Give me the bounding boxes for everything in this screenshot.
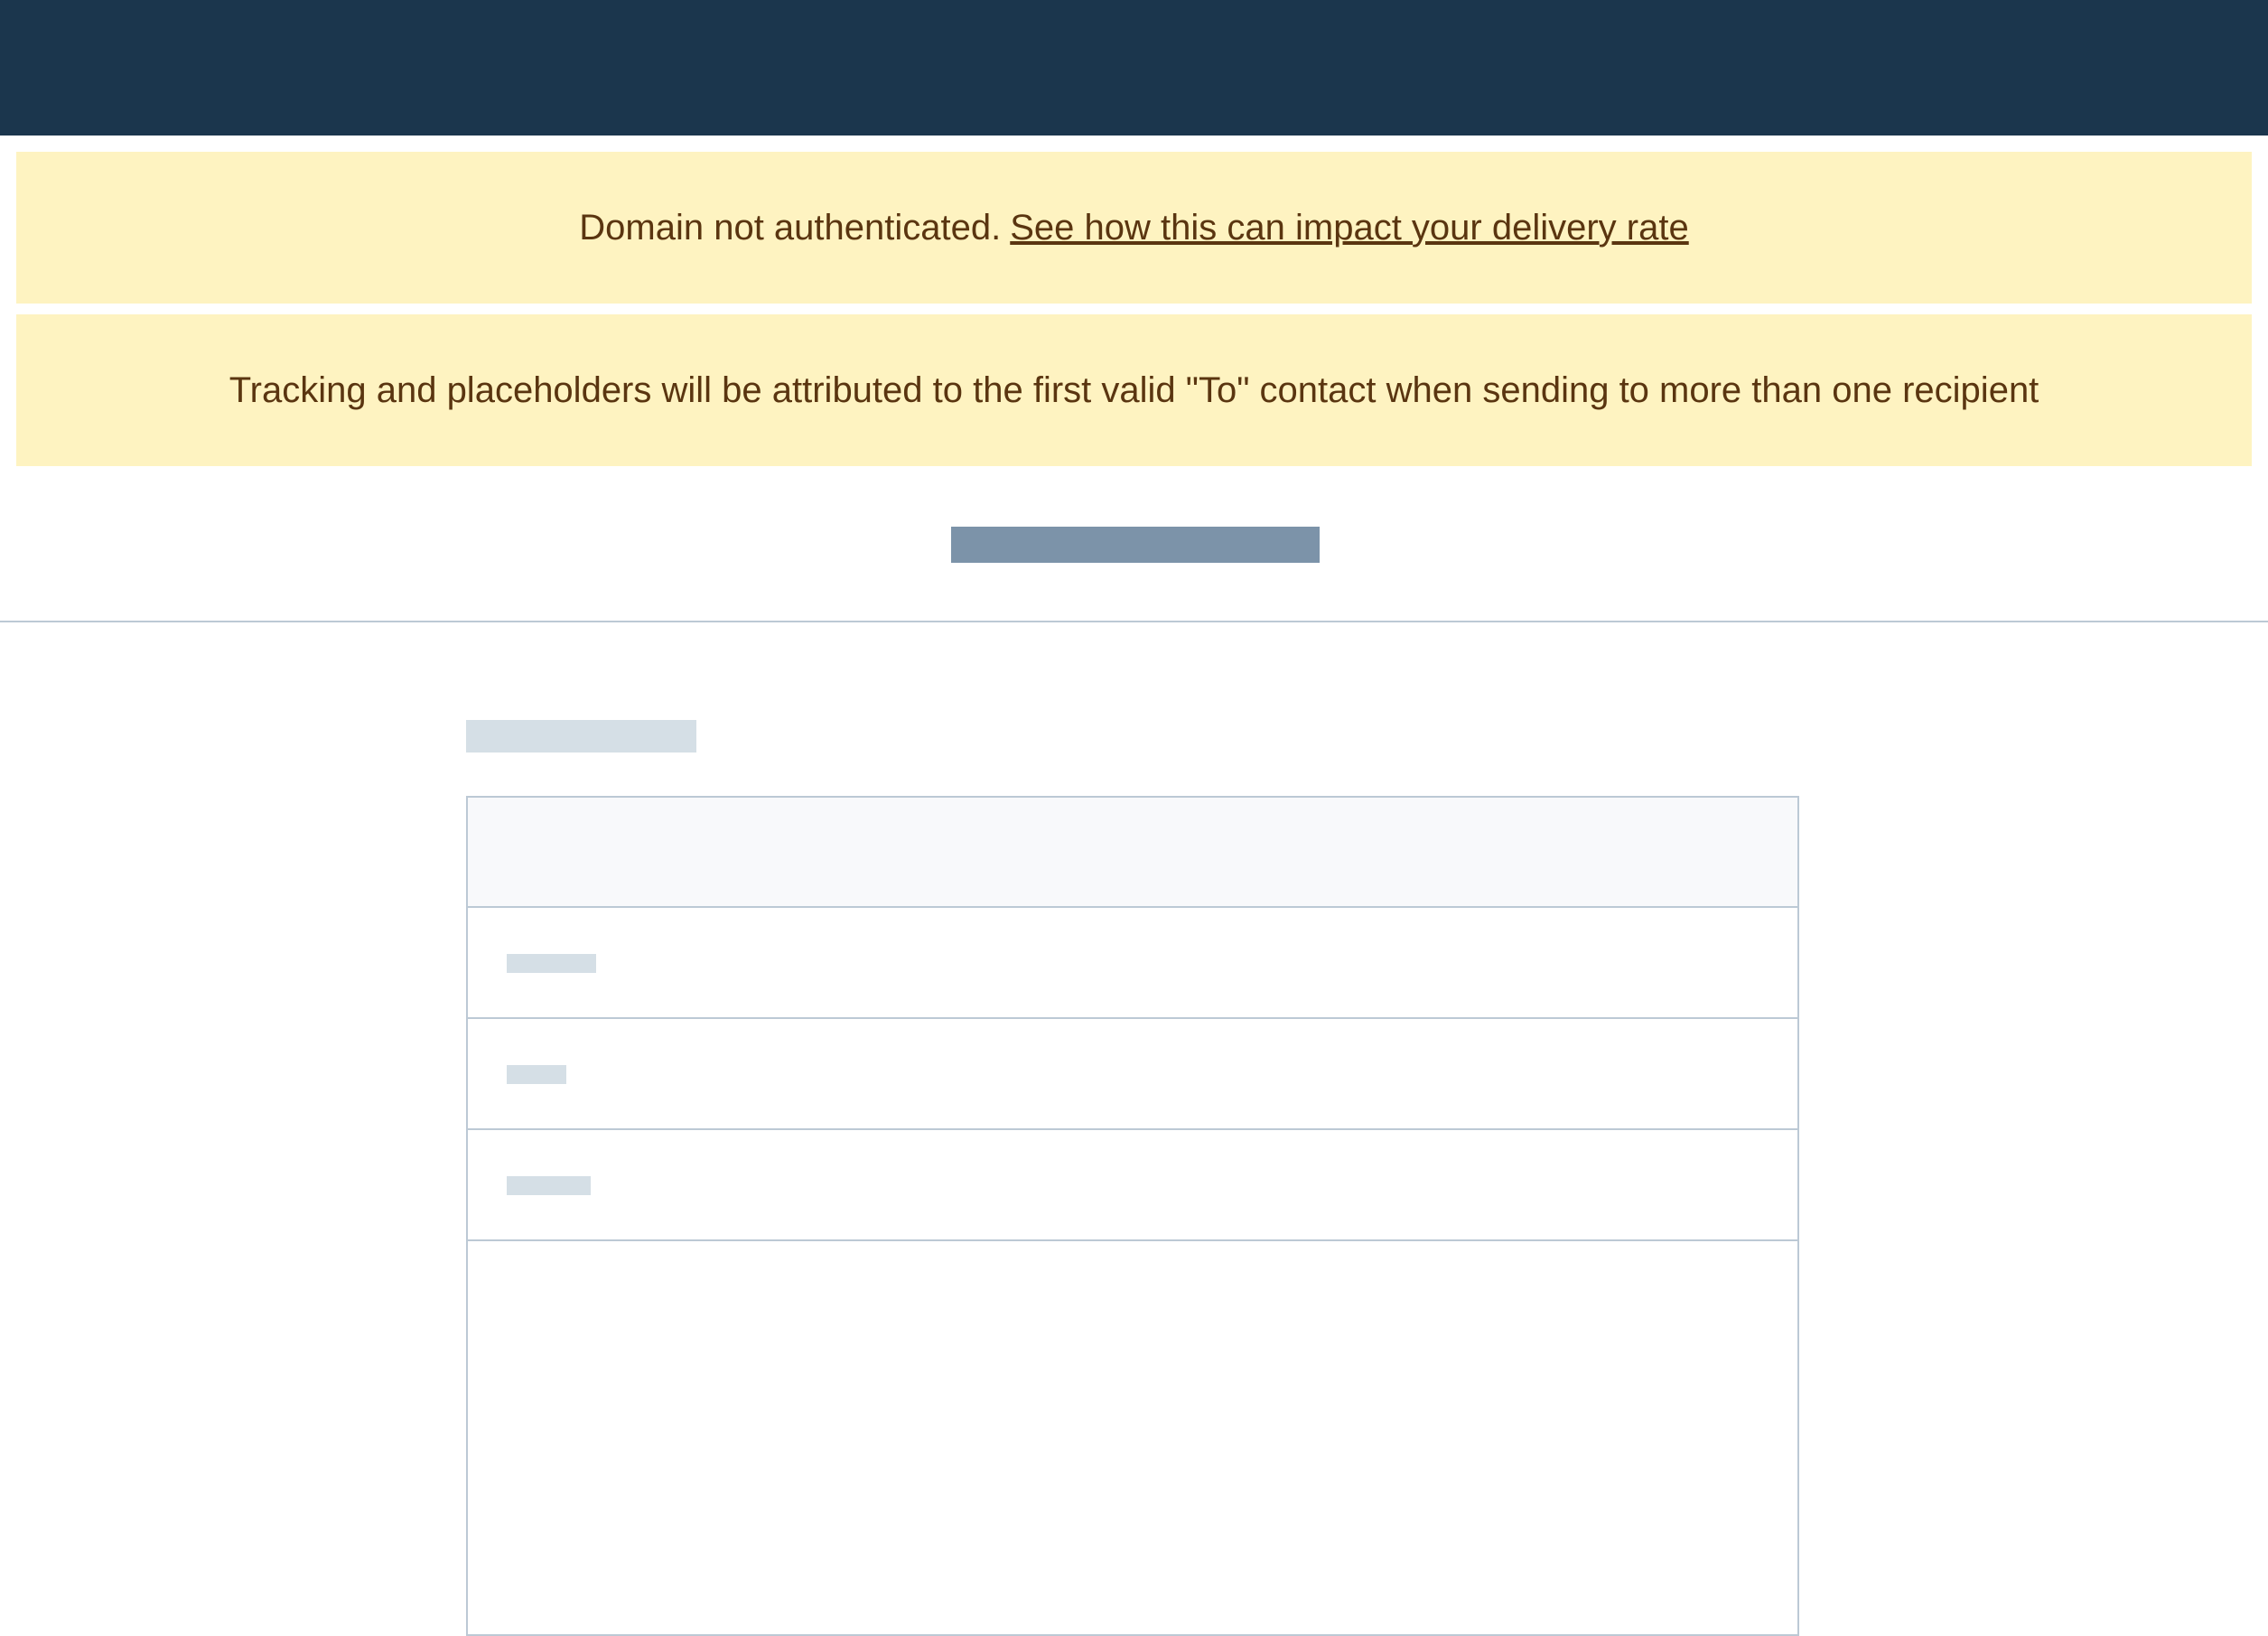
tracking-notice-banner: Tracking and placeholders will be attrib…	[16, 314, 2252, 466]
subject-label-placeholder	[507, 1176, 591, 1195]
section-divider	[0, 621, 2268, 622]
recipient-label-placeholder	[507, 954, 596, 973]
recipient-field-row[interactable]	[468, 908, 1797, 1019]
cc-label-placeholder	[507, 1065, 566, 1084]
delivery-rate-link[interactable]: See how this can impact your delivery ra…	[1010, 208, 1688, 248]
domain-warning-banner: Domain not authenticated. See how this c…	[16, 152, 2252, 304]
tracking-notice-text: Tracking and placeholders will be attrib…	[229, 369, 2039, 410]
page-title-placeholder	[951, 527, 1320, 563]
cc-field-row[interactable]	[468, 1019, 1797, 1130]
domain-warning-text: Domain not authenticated.	[579, 207, 1002, 248]
top-navigation-bar	[0, 0, 2268, 136]
email-compose-form	[466, 796, 1799, 1636]
section-label-placeholder	[466, 720, 696, 753]
subject-field-row[interactable]	[468, 1130, 1797, 1241]
compose-header	[468, 798, 1797, 908]
